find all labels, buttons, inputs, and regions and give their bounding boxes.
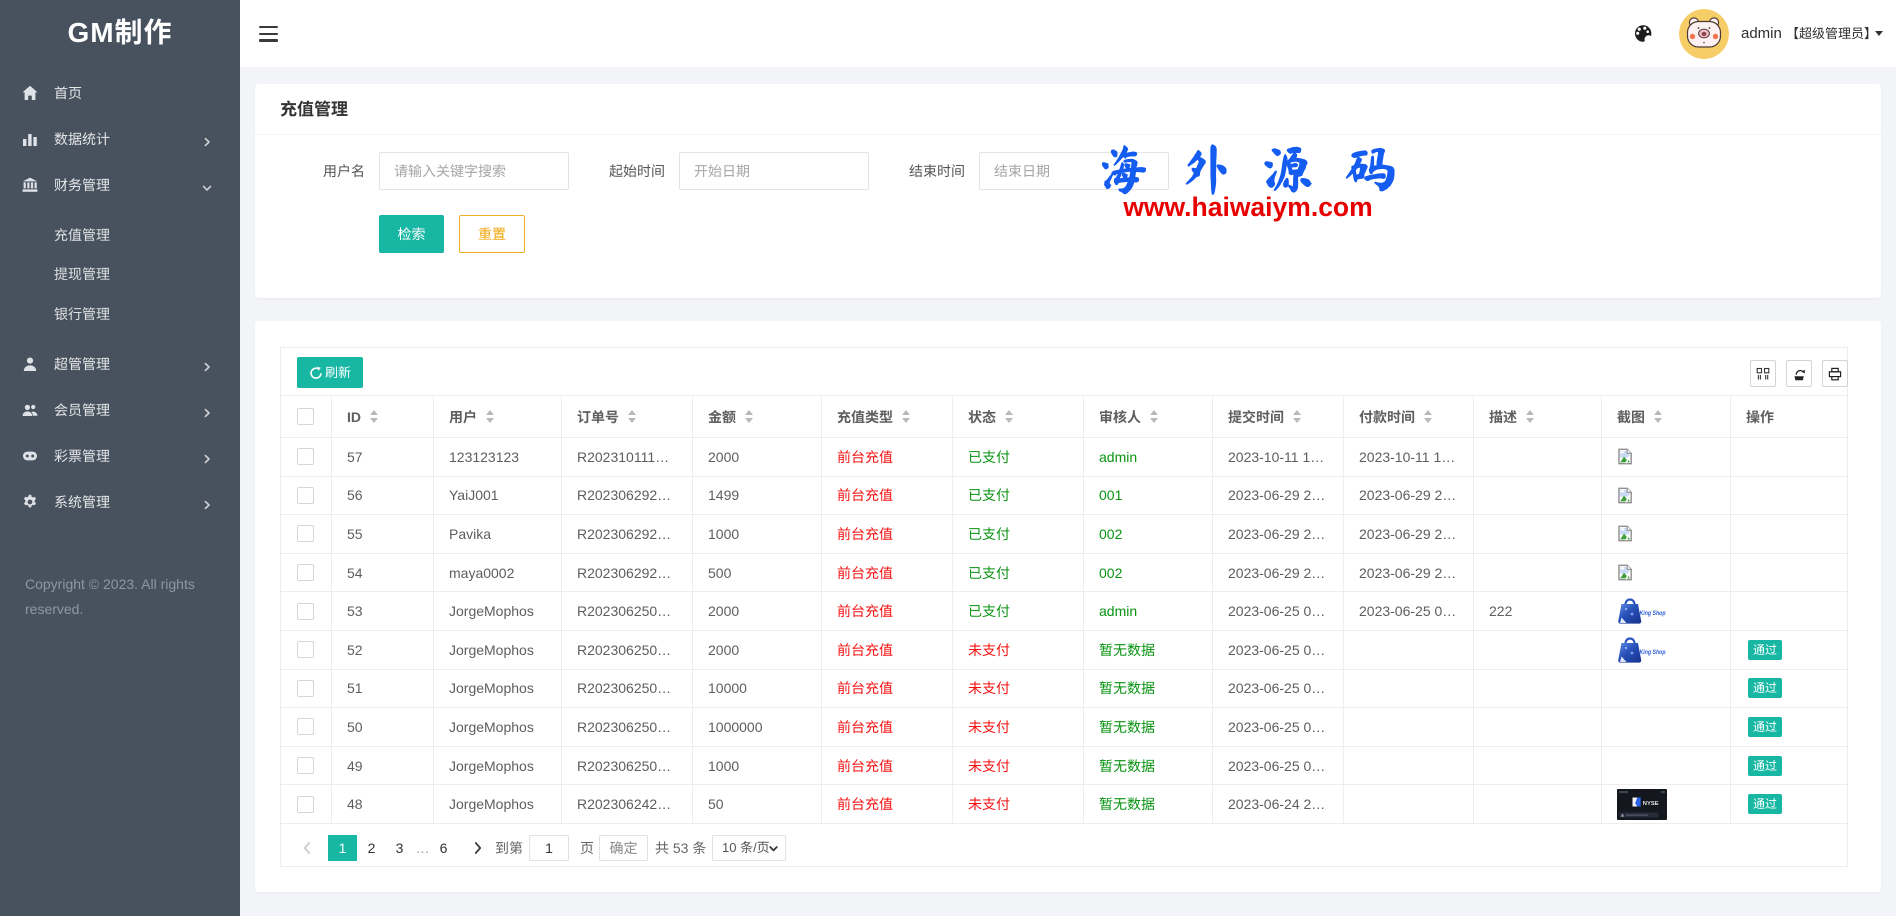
svg-text:King Shop: King Shop bbox=[1640, 610, 1666, 617]
svg-text:NYSE: NYSE bbox=[1643, 800, 1659, 806]
svg-text:King Shop: King Shop bbox=[1640, 649, 1666, 656]
